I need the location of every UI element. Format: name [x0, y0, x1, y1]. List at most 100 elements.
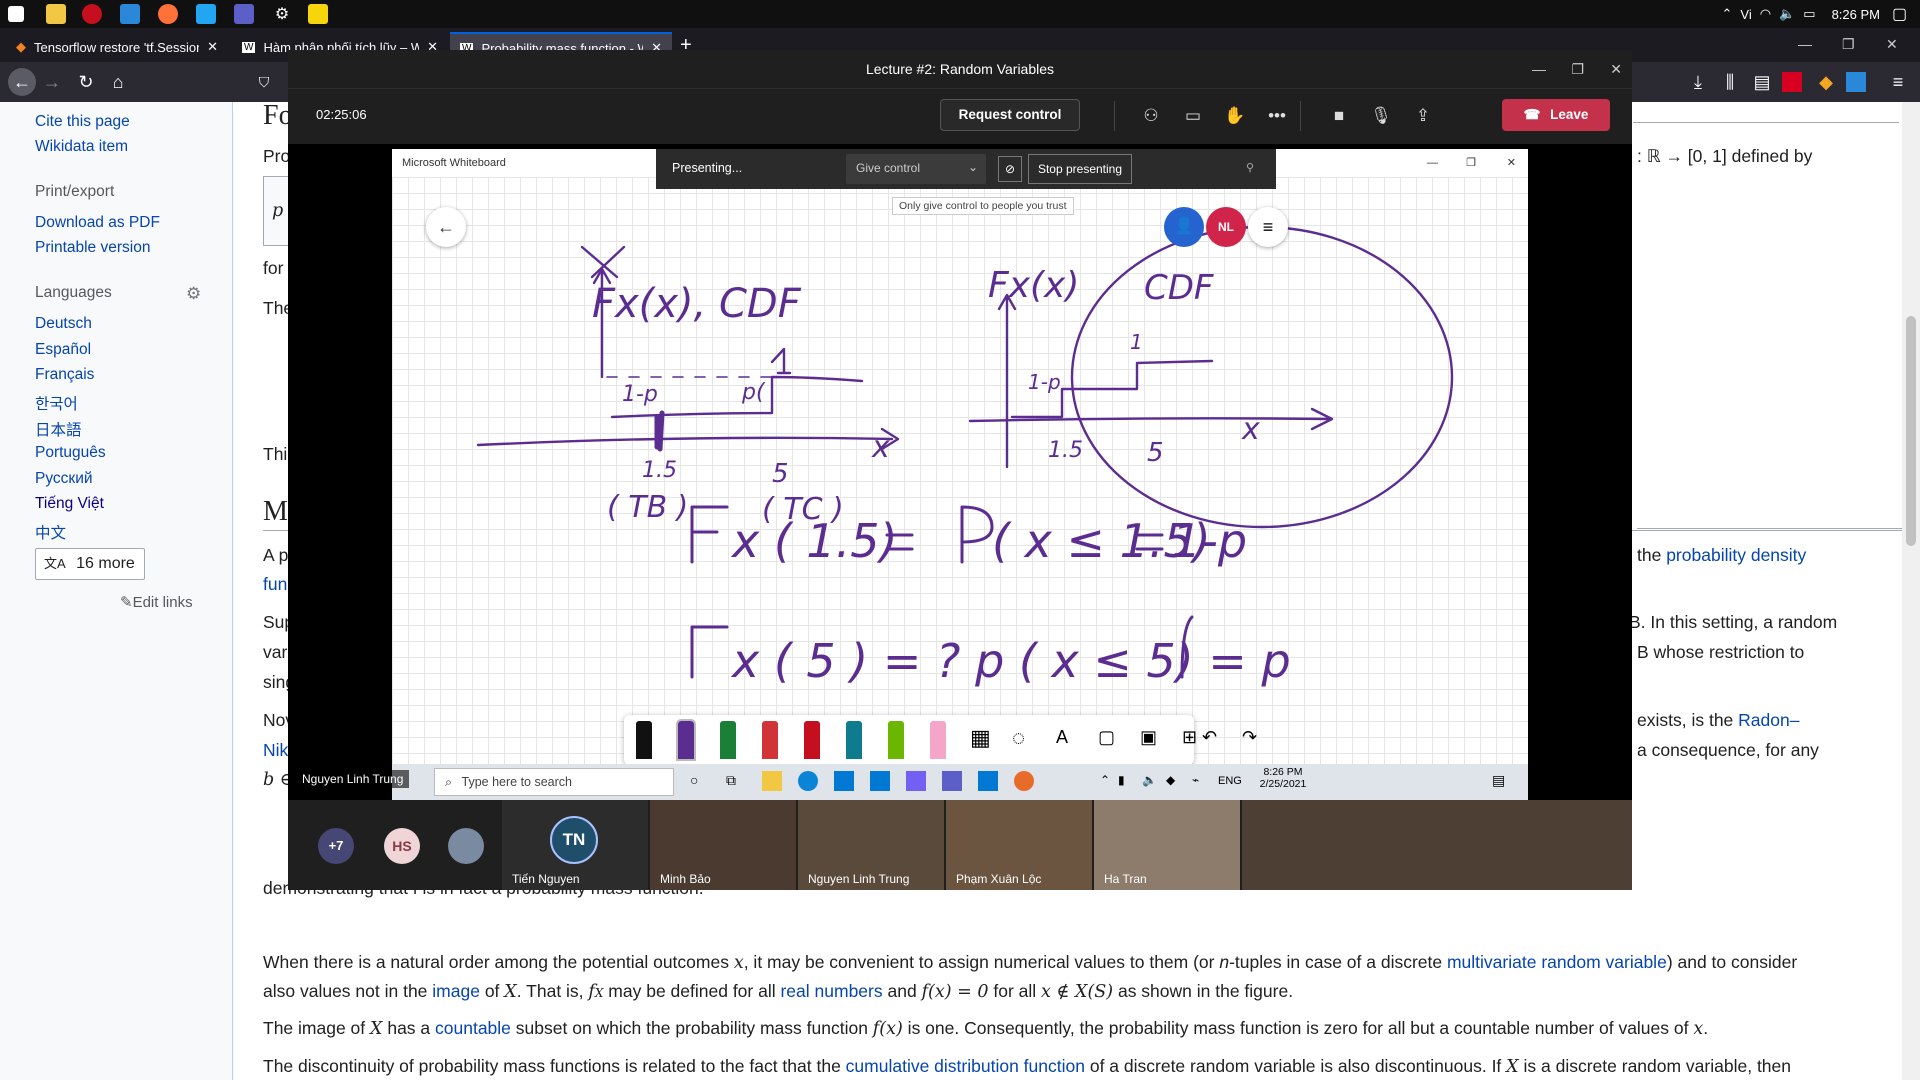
- volume-icon[interactable]: 🔈: [1779, 6, 1795, 22]
- leave-button[interactable]: ☎ Leave: [1502, 99, 1610, 131]
- pen-black-icon[interactable]: [636, 721, 652, 759]
- chevron-up-icon[interactable]: ⌃: [1722, 6, 1733, 22]
- app-l-icon[interactable]: [834, 771, 854, 791]
- presenter-search-box[interactable]: ⌕ Type here to search: [434, 768, 674, 796]
- windows-start-icon[interactable]: [8, 6, 24, 22]
- sidebar-icon[interactable]: ▤: [1750, 70, 1774, 94]
- chevron-up-icon[interactable]: ⌃: [1100, 773, 1110, 787]
- more-participants-badge[interactable]: +7: [318, 828, 354, 864]
- printable-version-link[interactable]: Printable version: [35, 239, 150, 257]
- highlighter-icon[interactable]: [888, 721, 904, 759]
- probability-density-link[interactable]: probability density: [1666, 545, 1806, 565]
- participant-video-tile[interactable]: Nguyen Linh Trung: [798, 800, 944, 890]
- cortana-icon[interactable]: ○: [690, 772, 698, 788]
- lang-link-deutsch[interactable]: Deutsch: [35, 315, 92, 333]
- request-control-button[interactable]: Request control: [940, 99, 1080, 131]
- forward-arrow-icon[interactable]: →: [40, 70, 64, 94]
- note-icon[interactable]: ▢: [1098, 727, 1115, 748]
- participant-video-tile[interactable]: Minh Bảo: [650, 800, 796, 890]
- restore-icon[interactable]: ❐: [1842, 36, 1855, 53]
- presenter-clock[interactable]: 8:26 PM 2/25/2021: [1248, 766, 1318, 790]
- close-window-icon[interactable]: ✕: [1610, 50, 1622, 88]
- link-fragment[interactable]: Nik: [263, 740, 288, 761]
- insert-icon[interactable]: ⊞: [1182, 727, 1197, 748]
- reload-icon[interactable]: ↻: [74, 70, 98, 94]
- eraser-icon[interactable]: [930, 721, 946, 759]
- participant-avatar-hs[interactable]: HS: [384, 828, 420, 864]
- pen-darkred-icon[interactable]: [804, 721, 820, 759]
- ruler-icon[interactable]: ▦: [970, 725, 991, 751]
- image-icon[interactable]: ▣: [1140, 727, 1157, 748]
- dropbox-icon[interactable]: ◆: [1166, 773, 1175, 787]
- clock[interactable]: 8:26 PM: [1832, 7, 1880, 22]
- text-tool-icon[interactable]: A: [1056, 727, 1068, 748]
- wifi-icon[interactable]: ◠: [1760, 6, 1771, 22]
- whiteboard-icon[interactable]: [978, 771, 998, 791]
- close-window-icon[interactable]: ✕: [1886, 36, 1898, 53]
- file-explorer-icon[interactable]: [46, 4, 66, 24]
- teams-icon[interactable]: [234, 4, 254, 24]
- lang-link-portugues[interactable]: Português: [35, 444, 106, 462]
- participant-tile[interactable]: TN Tiến Nguyen: [502, 800, 648, 890]
- app-blue-icon[interactable]: [120, 4, 140, 24]
- camera-icon[interactable]: ■: [1328, 105, 1350, 127]
- language-settings-gear-icon[interactable]: ⚙: [186, 284, 201, 304]
- back-arrow-icon[interactable]: ←: [8, 68, 36, 96]
- network-icon[interactable]: ⌁: [1192, 773, 1199, 787]
- close-tab-icon[interactable]: ✕: [207, 39, 218, 55]
- multivariate-random-variable-link[interactable]: multivariate random variable: [1447, 952, 1667, 972]
- input-language[interactable]: ENG: [1218, 775, 1242, 787]
- unpin-icon[interactable]: ⚲: [1246, 161, 1254, 174]
- collaborator-avatar[interactable]: NL: [1206, 207, 1246, 247]
- shield-icon[interactable]: ⛉: [252, 70, 276, 94]
- minimize-icon[interactable]: —: [1427, 149, 1438, 177]
- share-screen-icon[interactable]: ⇪: [1412, 105, 1434, 127]
- vscode-icon[interactable]: [196, 4, 216, 24]
- maximize-icon[interactable]: ❐: [1571, 50, 1584, 88]
- pen-green-icon[interactable]: [720, 721, 736, 759]
- radon-nikodym-link[interactable]: Radon–: [1738, 710, 1799, 730]
- app-yellow-icon[interactable]: [308, 4, 328, 24]
- participants-icon[interactable]: ⚇: [1140, 105, 1162, 127]
- more-languages-button[interactable]: 文A 16 more: [35, 548, 145, 580]
- participant-video-tile[interactable]: [1242, 800, 1632, 890]
- restore-icon[interactable]: ❐: [1466, 149, 1476, 177]
- notifications-icon[interactable]: ▤: [1492, 772, 1505, 789]
- download-icon[interactable]: ⤓: [1686, 70, 1710, 94]
- file-explorer-icon[interactable]: [762, 771, 782, 791]
- minimize-icon[interactable]: —: [1532, 50, 1546, 88]
- language-indicator[interactable]: Vi: [1740, 7, 1751, 22]
- extension-translate-icon[interactable]: [1846, 72, 1866, 92]
- firefox-icon[interactable]: [158, 4, 178, 24]
- mail-icon[interactable]: [870, 771, 890, 791]
- extension-fox-icon[interactable]: ◆: [1814, 70, 1838, 94]
- cdf-link[interactable]: cumulative distribution function: [846, 1056, 1085, 1076]
- back-arrow-icon[interactable]: ←: [426, 207, 466, 247]
- extension-red-icon[interactable]: [1782, 72, 1802, 92]
- close-window-icon[interactable]: ✕: [1507, 149, 1516, 177]
- volume-icon[interactable]: 🔈: [1142, 773, 1157, 787]
- settings-gear-icon[interactable]: ⚙: [272, 4, 292, 24]
- wikidata-item-link[interactable]: Wikidata item: [35, 138, 128, 156]
- home-icon[interactable]: ⌂: [106, 70, 130, 94]
- raise-hand-icon[interactable]: ✋: [1224, 105, 1246, 127]
- lasso-icon[interactable]: ◌: [1012, 725, 1025, 751]
- app-red-icon[interactable]: [82, 4, 102, 24]
- lang-link-chinese[interactable]: 中文: [35, 521, 66, 543]
- menu-hamburger-icon[interactable]: ≡: [1886, 70, 1910, 94]
- download-pdf-link[interactable]: Download as PDF: [35, 214, 160, 232]
- redo-icon[interactable]: ↷: [1242, 727, 1257, 748]
- notifications-icon[interactable]: ▢: [1892, 4, 1912, 24]
- edit-links[interactable]: ✎Edit links: [120, 593, 193, 611]
- undo-icon[interactable]: ↶: [1202, 727, 1217, 748]
- image-link[interactable]: image: [432, 981, 480, 1001]
- lang-link-russian[interactable]: Русский: [35, 470, 93, 488]
- library-icon[interactable]: ⫼: [1718, 70, 1742, 94]
- menu-hamburger-icon[interactable]: ≡: [1248, 207, 1288, 247]
- edge-icon[interactable]: [798, 771, 818, 791]
- teams-icon[interactable]: [942, 771, 962, 791]
- chat-icon[interactable]: ▭: [1182, 105, 1204, 127]
- usb-icon[interactable]: ▮: [1118, 773, 1125, 787]
- tab-tensorflow[interactable]: ◆ Tensorflow restore 'tf.Session' ✕: [6, 32, 228, 62]
- pen-teal-icon[interactable]: [846, 721, 862, 759]
